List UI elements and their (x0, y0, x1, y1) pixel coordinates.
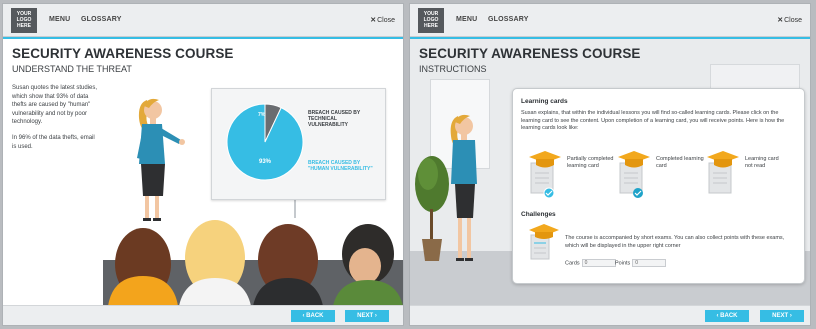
learning-card-partial[interactable]: Partially completed learning card (527, 149, 617, 199)
card-label: Completed learning card (656, 156, 704, 169)
challenge-icon (529, 224, 559, 260)
course-screen-instructions: YOUR LOGO HERE MENU GLOSSARY ✕Close SECURI… (409, 3, 811, 326)
close-label: Close (784, 17, 802, 24)
page-subtitle: INSTRUCTIONS (419, 64, 487, 74)
body-paragraph-2: In 96% of the data thefts, email is used… (12, 135, 95, 150)
plant-illustration (415, 156, 449, 261)
pie-slice-label-human: 93% (259, 159, 272, 165)
back-button[interactable]: ‹ BACK (291, 310, 335, 322)
body-paragraph-1: Susan quotes the latest studies, which s… (12, 85, 98, 125)
learning-card-unread[interactable]: Learning card not read (705, 149, 795, 199)
top-bar: YOUR LOGO HERE MENU GLOSSARY ✕Close (3, 4, 403, 37)
bottom-nav-bar: ‹ BACK NEXT › (3, 305, 403, 325)
instructions-panel: Learning cards Susan explains, that with… (512, 88, 805, 284)
bottom-nav-bar: ‹ BACK NEXT › (410, 305, 810, 325)
points-counter: Points 0 (615, 259, 667, 267)
card-label: Learning card not read (745, 156, 779, 169)
menu-link[interactable]: MENU (456, 16, 477, 23)
legend-technical: BREACH CAUSED BY TECHNICAL VULNERABILITY (308, 110, 361, 128)
points-label: Points (615, 260, 631, 267)
close-icon: ✕ (370, 17, 377, 24)
close-label: Close (377, 17, 395, 24)
accent-line (3, 37, 403, 39)
logo-placeholder: YOUR LOGO HERE (11, 8, 37, 33)
presentation-board: 7% 93% BREACH CAUSED BY TECHNICAL VULNER… (211, 88, 386, 200)
presenter-illustration (137, 98, 185, 221)
legend-human: BREACH CAUSED BY "HUMAN VULNERABILITY" (308, 160, 373, 172)
challenges-heading: Challenges (521, 211, 556, 218)
next-button[interactable]: NEXT › (760, 310, 804, 322)
page-title: SECURITY AWARENESS COURSE (12, 46, 234, 61)
partial-check-icon (543, 187, 555, 199)
glossary-link[interactable]: GLOSSARY (81, 16, 122, 23)
page-title: SECURITY AWARENESS COURSE (419, 46, 641, 61)
presenter-illustration (450, 114, 477, 261)
card-label: Partially completed learning card (567, 156, 614, 169)
back-button[interactable]: ‹ BACK (705, 310, 749, 322)
cards-counter: Cards 0 (565, 259, 616, 267)
cards-value: 0 (581, 259, 616, 267)
accent-line (410, 37, 810, 39)
menu-link[interactable]: MENU (49, 16, 70, 23)
back-label: BACK (720, 313, 738, 319)
logo-placeholder: YOUR LOGO HERE (418, 8, 444, 33)
next-button[interactable]: NEXT › (345, 310, 389, 322)
check-icon (633, 188, 643, 198)
learning-cards-text: Susan explains, that within the individu… (521, 110, 785, 131)
close-icon: ✕ (777, 17, 784, 24)
learning-card-icon (707, 151, 739, 194)
audience-illustration (108, 220, 403, 306)
close-button[interactable]: ✕Close (370, 16, 395, 24)
next-label: NEXT (357, 313, 374, 319)
course-screen-threat: YOUR LOGO HERE MENU GLOSSARY ✕Close SECURI… (2, 3, 404, 326)
learning-card-icon (529, 151, 561, 199)
cards-label: Cards (565, 260, 580, 267)
back-label: BACK (306, 313, 324, 319)
learning-cards-heading: Learning cards (521, 98, 568, 105)
pie-slice-label-technical: 7% (258, 112, 266, 118)
page-subtitle: UNDERSTAND THE THREAT (12, 64, 132, 74)
learning-card-icon (618, 151, 650, 198)
close-button[interactable]: ✕Close (777, 16, 802, 24)
points-value: 0 (632, 259, 667, 267)
glossary-link[interactable]: GLOSSARY (488, 16, 529, 23)
top-bar: YOUR LOGO HERE MENU GLOSSARY ✕Close (410, 4, 810, 37)
learning-card-completed[interactable]: Completed learning card (616, 149, 706, 199)
challenges-text: The course is accompanied by short exams… (565, 235, 785, 249)
next-label: NEXT (772, 313, 789, 319)
